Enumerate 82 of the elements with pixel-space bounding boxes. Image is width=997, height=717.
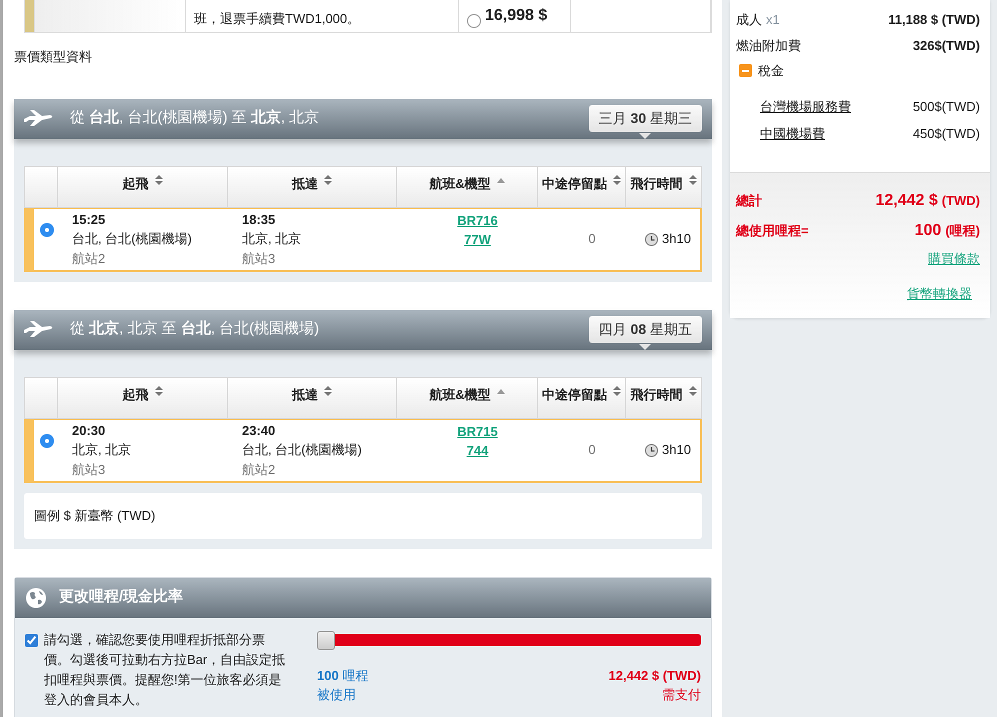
fare-note: 班，退票手續費TWD1,000。 [193,10,360,28]
time-text: 23:40 [242,422,276,440]
total-label: 總計 [736,192,762,210]
column-header[interactable]: 抵達 [228,166,397,208]
column-header[interactable]: 起飛 [58,376,228,418]
collapse-icon[interactable] [739,64,752,78]
column-header[interactable]: 抵達 [228,376,397,418]
sort-icon[interactable] [613,384,621,396]
stops-text: 0 [588,230,596,248]
duration-text: 3h10 [662,230,691,248]
total-label: 總使用哩程= [736,222,809,240]
table-header [24,166,58,208]
city-text: 北京, 北京 [242,230,302,248]
fare-item-amount: 11,188 $ (TWD) [888,11,980,29]
city-text: 台北, 台北(桃園機場) [72,230,193,248]
tax-item-link[interactable]: 中國機場費 [760,124,825,144]
fare-type-label: 票價類型資料 [14,48,93,66]
cash-amount: 12,442 $ (TWD) [608,666,701,685]
checkbox-label: 請勾選，確認您要使用哩程折抵部分票價。勾選後可拉動右方拉Bar，自由設定抵扣哩程與票價。提醒您!第一位旅客必須是登入的會員本人。 [44,630,286,708]
city-text: 北京, 北京 [72,441,132,460]
fare-item-amount: 326$(TWD) [912,36,980,55]
flight-row[interactable]: 20:30 北京, 北京 航站3 23:40 台北, 台北(桃園機場) 航站2 BR715 744 0 3h10 [24,418,702,482]
fare-item-label: 燃油附加費 [736,36,801,54]
clock-icon [645,444,658,456]
time-text: 18:35 [242,210,276,229]
flight-row[interactable]: 15:25 台北, 台北(桃園機場) 航站2 18:35 北京, 北京 航站3 BR716 77W 0 3h10 [24,206,702,272]
duration-text: 3h10 [662,441,691,460]
sort-icon[interactable] [154,174,162,186]
sort-icon[interactable] [688,174,696,186]
sort-icon[interactable] [324,174,332,186]
terminal-text: 航站2 [72,250,106,268]
globe-icon [25,586,47,608]
column-header[interactable]: 飛行時間 [626,166,702,208]
cash-due-label: 需支付 [662,686,701,704]
radio-button[interactable] [467,14,481,28]
total-amount: 12,442 $ [875,190,938,210]
sort-icon[interactable] [613,174,621,186]
slider-handle[interactable] [317,630,335,650]
column-header[interactable]: 航班&機型 [397,166,538,208]
slider-track[interactable] [335,634,701,646]
date-label: 四月 08 星期五 [588,316,702,343]
table-header [24,376,58,418]
column-header[interactable]: 中途停留點 [538,376,626,418]
radio-button[interactable] [40,434,54,448]
radio-button[interactable] [40,222,54,236]
time-text: 20:30 [72,422,106,440]
terminal-text: 航站3 [242,250,276,268]
miles-amount: 100 哩程 [317,666,368,684]
miles-used-label: 被使用 [317,686,357,704]
airplane-icon [22,110,54,128]
pointer-icon [639,133,652,139]
pointer-icon [639,344,652,350]
route-title: 從 北京, 北京 至 台北, 台北(桃園機場) [70,319,320,340]
terminal-text: 航站3 [72,460,106,479]
column-header[interactable]: 中途停留點 [538,166,626,208]
total-miles: 100 [914,220,942,240]
unit-text: (TWD) [942,192,980,210]
fare-item-label: 成人 [736,12,762,27]
checkbox[interactable] [25,634,38,646]
column-header[interactable]: 起飛 [58,166,228,208]
tax-item-link[interactable]: 台灣機場服務費 [760,96,851,116]
stops-text: 0 [588,441,596,460]
quantity-text: x1 [766,12,780,27]
sort-icon[interactable] [688,384,696,396]
panel-title: 更改哩程/現金比率 [59,587,184,608]
route-title: 從 台北, 台北(桃園機場) 至 北京, 北京 [70,108,320,128]
sort-icon[interactable] [154,384,162,396]
time-text: 15:25 [72,210,106,229]
clock-icon [645,232,658,246]
city-text: 台北, 台北(桃園機場) [242,441,363,460]
date-label: 三月 30 星期三 [588,105,702,132]
terminal-text: 航站2 [242,460,276,479]
airplane-icon [22,320,54,338]
column-header[interactable]: 航班&機型 [397,376,538,418]
column-header[interactable]: 飛行時間 [626,376,702,418]
legend-text: 圖例 $ 新臺幣 (TWD) [34,506,156,525]
tax-amount: 500$(TWD) [912,98,980,116]
unit-text: (哩程) [945,222,980,240]
tax-label: 稅金 [758,62,784,80]
fare-price: 16,998 $ [485,6,548,26]
sort-icon[interactable] [324,384,332,396]
tax-amount: 450$(TWD) [912,125,980,143]
